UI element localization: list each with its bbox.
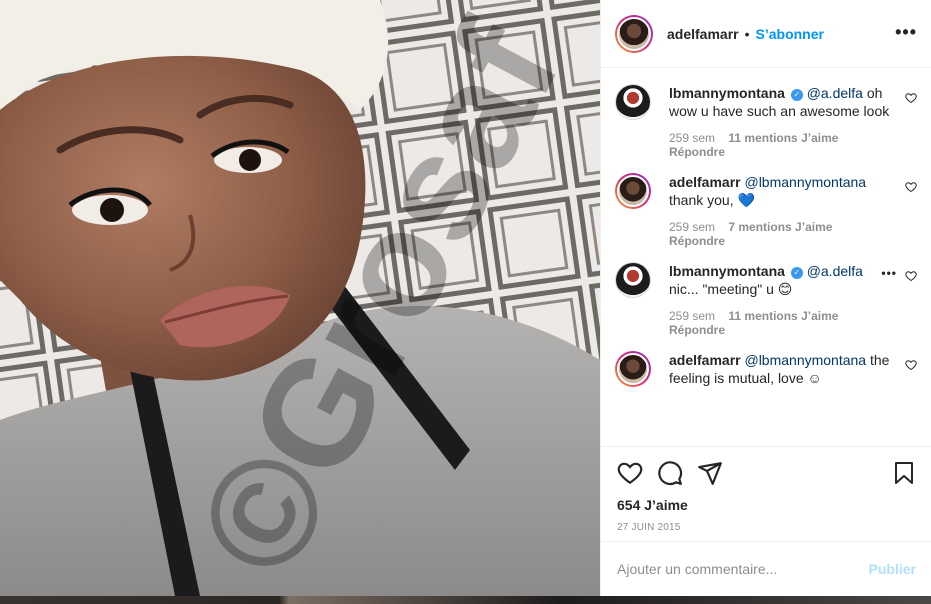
comment-likes[interactable]: 11 mentions J’aime [728,131,838,145]
comment-likes[interactable]: 7 mentions J’aime [728,220,832,234]
post-date[interactable]: 27 JUIN 2015 [617,522,916,533]
author-username[interactable]: adelfamarr [667,26,739,42]
verified-badge-icon: ✓ [790,267,803,279]
comment-item: lbmannymontana ✓ @a.delfa oh wow u have … [615,84,917,159]
comment-like-icon[interactable] [905,270,917,282]
post-photo[interactable]: ©Grosaf [0,0,600,596]
comment-input[interactable] [617,561,869,577]
post-actions: 654 J’aime 27 JUIN 2015 [601,446,931,542]
comment-mention[interactable]: @lbmannymontana [744,174,866,190]
commenter-username[interactable]: lbmannymontana [669,85,785,101]
comment-item: adelfamarr @lbmannymontana thank you, 💙 … [615,173,917,248]
reply-button[interactable]: Répondre [669,145,895,159]
comment-item: lbmannymontana ✓ @a.delfa nic... "meetin… [615,262,917,337]
comment-like-icon[interactable] [905,181,917,193]
commenter-avatar[interactable] [615,351,651,387]
comment-likes[interactable]: 11 mentions J’aime [728,309,838,323]
photo-illustration: ©Grosaf [0,0,600,596]
comments-list[interactable]: lbmannymontana ✓ @a.delfa oh wow u have … [601,68,931,446]
verified-badge-icon: ✓ [790,89,803,101]
commenter-avatar[interactable] [615,262,651,298]
post-sidebar: adelfamarr • S’abonner ••• lbmannymontan… [600,0,931,596]
reply-button[interactable]: Répondre [669,323,895,337]
header-separator: • [744,25,750,42]
likes-count[interactable]: 654 J’aime [617,497,916,513]
comment-age[interactable]: 259 sem [669,220,715,234]
share-icon[interactable] [697,460,723,486]
comment-mention[interactable]: @lbmannymontana [744,352,866,368]
post-header: adelfamarr • S’abonner ••• [601,0,931,68]
comment-mention[interactable]: @a.delfa [807,85,863,101]
comment-age[interactable]: 259 sem [669,131,715,145]
commenter-avatar[interactable] [615,84,651,120]
bookmark-icon[interactable] [892,460,916,486]
commenter-username[interactable]: lbmannymontana [669,263,785,279]
commenter-username[interactable]: adelfamarr [669,352,741,368]
more-options-icon[interactable]: ••• [895,22,917,43]
comment-text: nic... "meeting" u 😊 [669,281,793,297]
author-avatar[interactable] [615,14,653,53]
comment-age[interactable]: 259 sem [669,309,715,323]
comment-like-icon[interactable] [905,92,917,104]
commenter-avatar[interactable] [615,173,651,209]
comment-item: adelfamarr @lbmannymontana the feeling i… [615,351,917,387]
comment-mention[interactable]: @a.delfa [807,263,863,279]
comment-more-icon[interactable]: ••• [881,266,897,280]
comment-text: thank you, 💙 [669,192,755,208]
comment-icon[interactable] [657,460,683,486]
reply-button[interactable]: Répondre [669,234,895,248]
comment-like-icon[interactable] [905,359,917,371]
heart-icon[interactable] [617,460,643,486]
follow-button[interactable]: S’abonner [756,26,824,42]
publish-button[interactable]: Publier [869,561,916,577]
commenter-username[interactable]: adelfamarr [669,174,741,190]
add-comment-bar: Publier [601,541,931,596]
page-bottom-strip [0,596,931,604]
